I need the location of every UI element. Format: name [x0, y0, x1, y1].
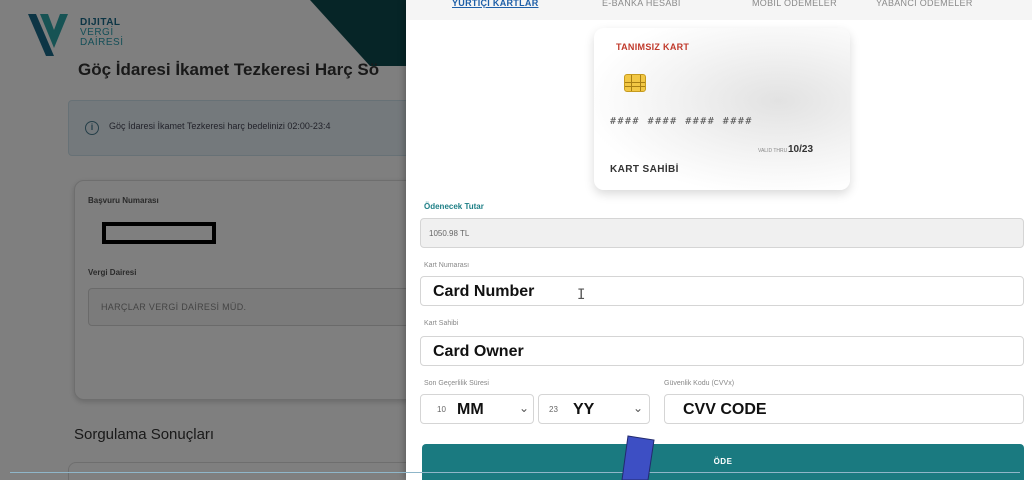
amount-label: Ödenecek Tutar: [424, 202, 484, 211]
expiry-year-select[interactable]: 23 YY ⌄: [538, 394, 650, 424]
credit-card-preview: TANIMSIZ KART #### #### #### #### VALID …: [594, 28, 850, 190]
card-title: TANIMSIZ KART: [616, 42, 690, 52]
card-number-label: Kart Numarası: [424, 262, 470, 269]
cvv-input[interactable]: CVV CODE: [664, 394, 1024, 424]
tab-ebank-account[interactable]: E-BANKA HESABI: [602, 0, 681, 8]
payment-tabs: YURTİÇİ KARTLAR E-BANKA HESABI MOBİL ÖDE…: [406, 0, 1032, 20]
scroll-line: [10, 472, 1020, 473]
tab-domestic-cards[interactable]: YURTİÇİ KARTLAR: [452, 0, 539, 8]
expiry-year-prefix: 23: [549, 405, 558, 414]
expiry-year-value: YY: [573, 401, 595, 418]
card-owner-label: Kart Sahibi: [424, 320, 459, 327]
expiry-label: Son Geçerlilik Süresi: [424, 380, 489, 387]
cvv-value: CVV CODE: [683, 401, 767, 418]
card-number-preview: #### #### #### ####: [610, 116, 753, 127]
expiry-month-select[interactable]: 10 MM ⌄: [420, 394, 534, 424]
tab-foreign-payments[interactable]: YABANCI ÖDEMELER: [876, 0, 973, 8]
card-holder-preview: KART SAHİBİ: [610, 164, 679, 175]
chevron-down-icon: ⌄: [633, 401, 644, 415]
card-number-value: Card Number: [433, 283, 535, 300]
card-owner-input[interactable]: Card Owner: [420, 336, 1024, 366]
chip-icon: [624, 74, 646, 92]
text-cursor-icon: I: [577, 287, 586, 303]
cvv-label: Güvenlik Kodu (CVVx): [664, 380, 735, 387]
chevron-down-icon: ⌄: [519, 401, 530, 415]
valid-thru-value: 10/23: [788, 144, 814, 155]
payment-modal: YURTİÇİ KARTLAR E-BANKA HESABI MOBİL ÖDE…: [406, 0, 1032, 480]
tab-mobile-payments[interactable]: MOBİL ÖDEMELER: [752, 0, 837, 8]
card-number-input[interactable]: Card Number I: [420, 276, 1024, 306]
amount-value: 1050.98 TL: [429, 229, 470, 238]
pay-button[interactable]: ÖDE: [422, 444, 1024, 480]
valid-thru-label: VALID THRU: [758, 148, 788, 154]
card-owner-value: Card Owner: [433, 343, 524, 360]
expiry-month-value: MM: [457, 401, 484, 418]
amount-field: 1050.98 TL: [420, 218, 1024, 248]
expiry-month-prefix: 10: [437, 405, 446, 414]
